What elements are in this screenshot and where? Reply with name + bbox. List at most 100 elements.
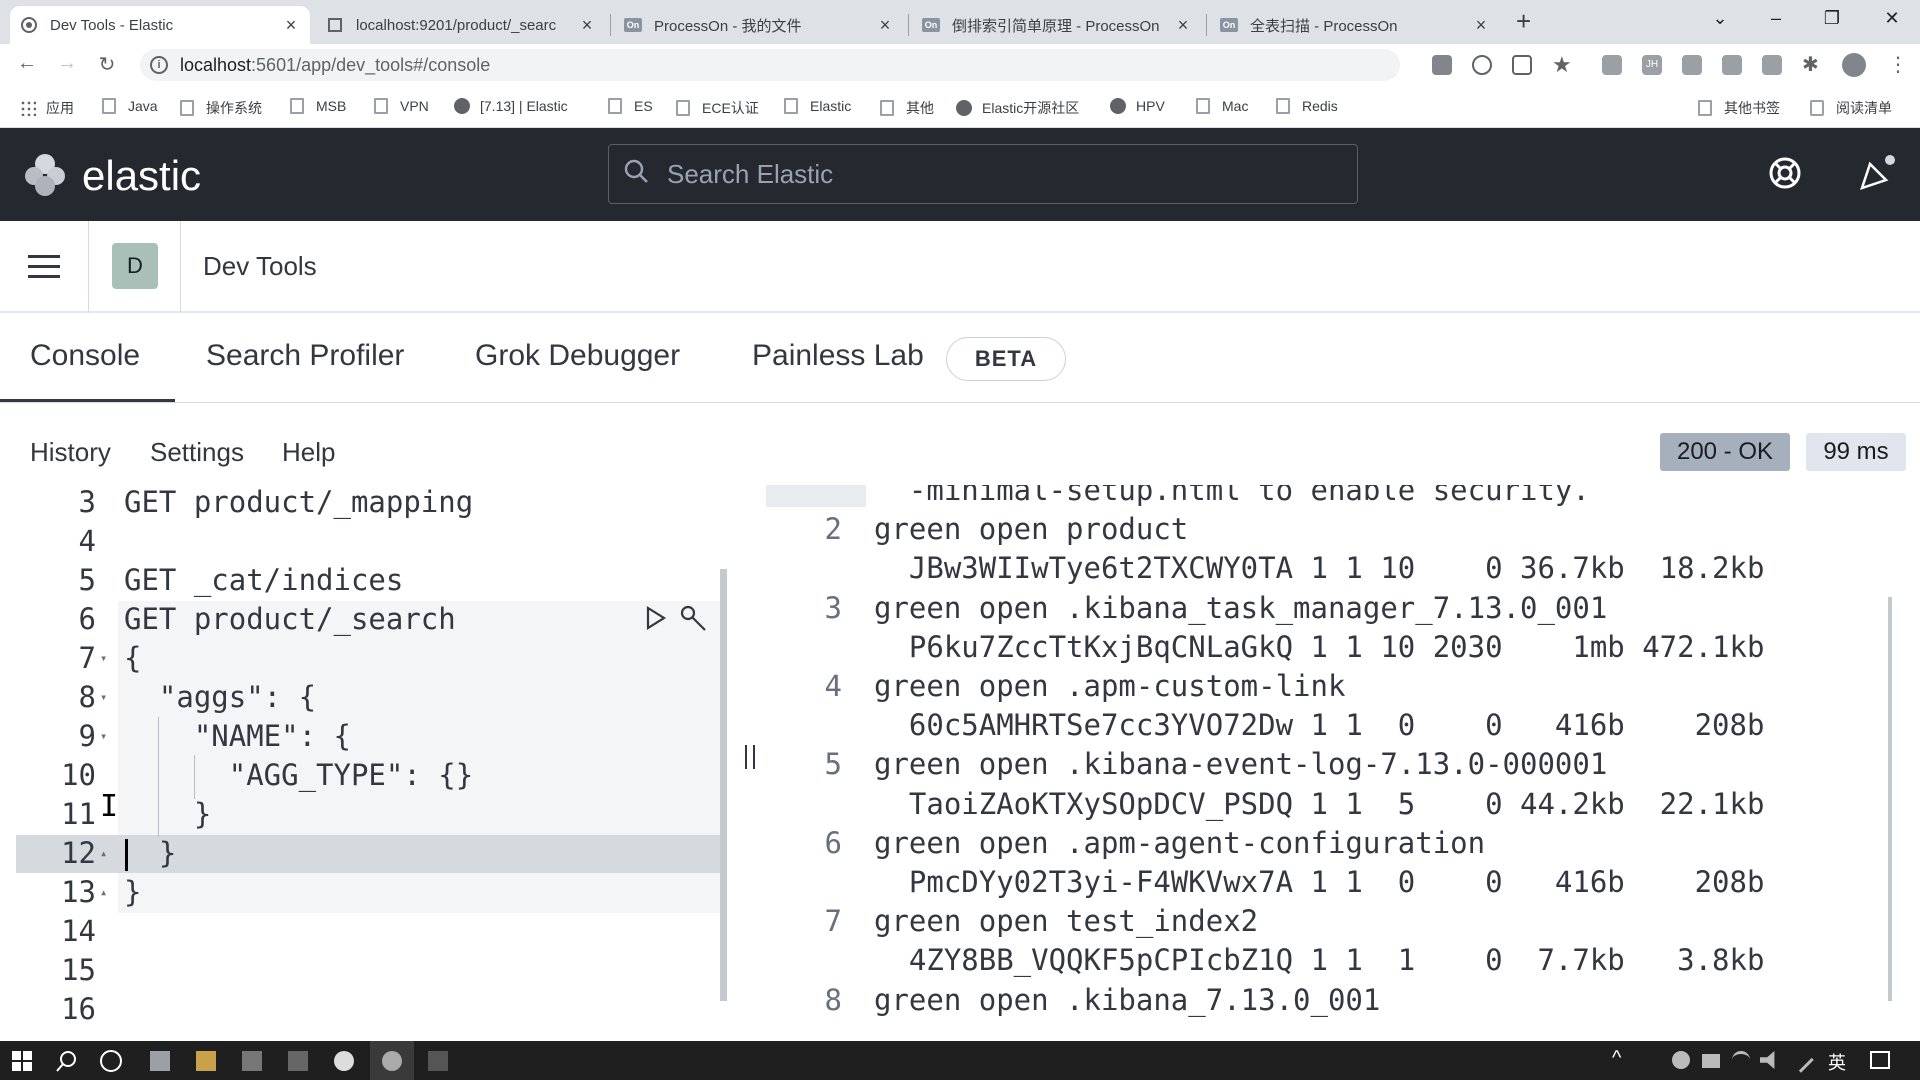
editor-line[interactable]: 11 }: [16, 797, 732, 836]
file-explorer-icon[interactable]: [196, 1051, 216, 1071]
search-icon[interactable]: [56, 1050, 78, 1077]
new-tab-button[interactable]: +: [1516, 6, 1531, 37]
editor-line[interactable]: 8 ▾ "aggs": {: [16, 680, 732, 719]
fold-toggle-icon[interactable]: ▴: [100, 885, 107, 899]
terminal-icon[interactable]: [288, 1051, 308, 1071]
editor-line[interactable]: 9 ▾ "NAME": {: [16, 719, 732, 758]
ime-language-indicator[interactable]: 英: [1828, 1049, 1846, 1075]
minimize-window-icon[interactable]: –: [1756, 8, 1796, 29]
bookmark-folder[interactable]: ES: [608, 98, 653, 114]
close-tab-icon[interactable]: ×: [876, 15, 894, 36]
zoom-icon[interactable]: [1472, 55, 1492, 75]
pen-icon[interactable]: [1788, 1047, 1814, 1073]
extension-icon[interactable]: [1602, 55, 1622, 75]
search-input[interactable]: Search Elastic: [608, 144, 1358, 204]
tab-search-profiler[interactable]: Search Profiler: [206, 339, 404, 373]
bookmark-folder[interactable]: Mac: [1196, 98, 1248, 114]
browser-tab-processon-inverted-index[interactable]: On 倒排索引简单原理 - ProcessOn ×: [912, 6, 1202, 44]
translate-icon[interactable]: [1432, 55, 1452, 75]
browser-menu-icon[interactable]: ⋮: [1888, 52, 1908, 77]
tab-search-icon[interactable]: ⌄: [1700, 8, 1740, 29]
share-icon[interactable]: [1512, 55, 1532, 75]
extension-icon[interactable]: [1722, 55, 1742, 75]
browser-tab-processon-full-scan[interactable]: On 全表扫描 - ProcessOn ×: [1210, 6, 1500, 44]
fold-toggle-icon[interactable]: ▾: [100, 651, 107, 665]
editor-line[interactable]: 7 ▾ {: [16, 641, 732, 680]
close-window-icon[interactable]: ✕: [1872, 8, 1912, 29]
editor-line[interactable]: 5 GET _cat/indices: [16, 563, 732, 602]
tab-grok-debugger[interactable]: Grok Debugger: [475, 339, 680, 373]
help-lifebuoy-icon[interactable]: [1768, 156, 1802, 195]
tab-console[interactable]: Console: [30, 339, 140, 373]
elastic-brand[interactable]: elastic: [82, 152, 201, 200]
pane-resize-handle[interactable]: [745, 745, 755, 769]
request-editor[interactable]: 3 GET product/_mapping 4 5 GET _cat/indices 6…: [16, 485, 732, 1041]
editor-line[interactable]: 4: [16, 524, 732, 563]
editor-line[interactable]: 3 GET product/_mapping: [16, 485, 732, 524]
wifi-icon[interactable]: [1732, 1051, 1750, 1069]
close-tab-icon[interactable]: ×: [578, 15, 596, 36]
bookmark-folder[interactable]: MSB: [290, 98, 346, 114]
send-request-icon[interactable]: [644, 605, 668, 636]
settings-link[interactable]: Settings: [150, 437, 244, 468]
close-tab-icon[interactable]: ×: [282, 15, 300, 36]
close-tab-icon[interactable]: ×: [1472, 15, 1490, 36]
other-bookmarks[interactable]: 其他书签: [1698, 98, 1780, 118]
back-icon[interactable]: ←: [14, 52, 40, 75]
tray-chevron-up-icon[interactable]: ^: [1612, 1047, 1621, 1070]
elastic-logo-icon[interactable]: [22, 152, 68, 203]
restore-window-icon[interactable]: ❐: [1812, 8, 1852, 29]
tray-app-icon[interactable]: [1672, 1051, 1690, 1069]
close-tab-icon[interactable]: ×: [1174, 15, 1192, 36]
fold-toggle-icon[interactable]: ▾: [100, 690, 107, 704]
history-link[interactable]: History: [30, 437, 111, 468]
app-icon[interactable]: [428, 1051, 448, 1071]
news-feed-icon[interactable]: [1856, 154, 1896, 199]
app-icon[interactable]: [382, 1051, 402, 1071]
editor-line[interactable]: 6 GET product/_search: [16, 602, 732, 641]
windows-start-icon[interactable]: [12, 1051, 32, 1076]
bookmark-folder[interactable]: VPN: [374, 98, 429, 114]
extensions-puzzle-icon[interactable]: ✱: [1802, 52, 1819, 77]
bookmark-folder[interactable]: Elastic: [784, 98, 851, 114]
help-link[interactable]: Help: [282, 437, 335, 468]
app-icon[interactable]: [242, 1051, 262, 1071]
bookmark-folder[interactable]: Redis: [1276, 98, 1338, 114]
browser-tab-dev-tools[interactable]: Dev Tools - Elastic ×: [10, 6, 310, 44]
fold-toggle-icon[interactable]: ▾: [100, 729, 107, 743]
profile-avatar[interactable]: [1842, 53, 1866, 77]
editor-line[interactable]: 14: [16, 914, 732, 953]
cortana-icon[interactable]: [100, 1050, 122, 1072]
editor-line[interactable]: 13 ▴}: [16, 875, 732, 914]
editor-line[interactable]: 16: [16, 992, 732, 1031]
bookmark-folder[interactable]: 其他: [880, 98, 934, 118]
bookmark-link[interactable]: Elastic开源社区: [956, 98, 1079, 118]
task-view-icon[interactable]: [150, 1051, 170, 1071]
space-avatar[interactable]: D: [112, 243, 158, 289]
reading-list[interactable]: 阅读清单: [1810, 98, 1892, 118]
tab-painless-lab[interactable]: Painless Lab: [752, 339, 924, 373]
extension-icon[interactable]: [1762, 55, 1782, 75]
bookmark-apps[interactable]: 应用: [20, 98, 74, 118]
bookmark-link[interactable]: HPV: [1110, 98, 1165, 114]
extension-icon[interactable]: [1682, 55, 1702, 75]
editor-line[interactable]: 10 "AGG_TYPE": {}: [16, 758, 732, 797]
bookmark-star-icon[interactable]: ★: [1552, 52, 1572, 78]
menu-hamburger-icon[interactable]: [28, 255, 60, 279]
forward-icon[interactable]: →: [54, 52, 80, 75]
bookmark-folder[interactable]: 操作系统: [180, 98, 262, 118]
battery-icon[interactable]: [1702, 1054, 1720, 1068]
bookmark-link[interactable]: [7.13] | Elastic: [454, 98, 568, 114]
address-bar[interactable]: i localhost :5601/app/dev_tools#/console: [140, 49, 1400, 81]
chrome-icon[interactable]: [334, 1051, 354, 1071]
editor-line[interactable]: 12 ▴ }: [16, 836, 732, 875]
bookmark-folder[interactable]: ECE认证: [676, 98, 759, 118]
fold-toggle-icon[interactable]: ▴: [100, 846, 107, 860]
notification-center-icon[interactable]: [1870, 1051, 1890, 1069]
volume-icon[interactable]: [1760, 1051, 1775, 1069]
wrench-settings-icon[interactable]: [678, 603, 708, 638]
extension-jh-icon[interactable]: JH: [1642, 55, 1662, 75]
site-info-icon[interactable]: i: [150, 56, 168, 74]
editor-line[interactable]: 15: [16, 953, 732, 992]
browser-tab-processon-files[interactable]: On ProcessOn - 我的文件 ×: [614, 6, 904, 44]
